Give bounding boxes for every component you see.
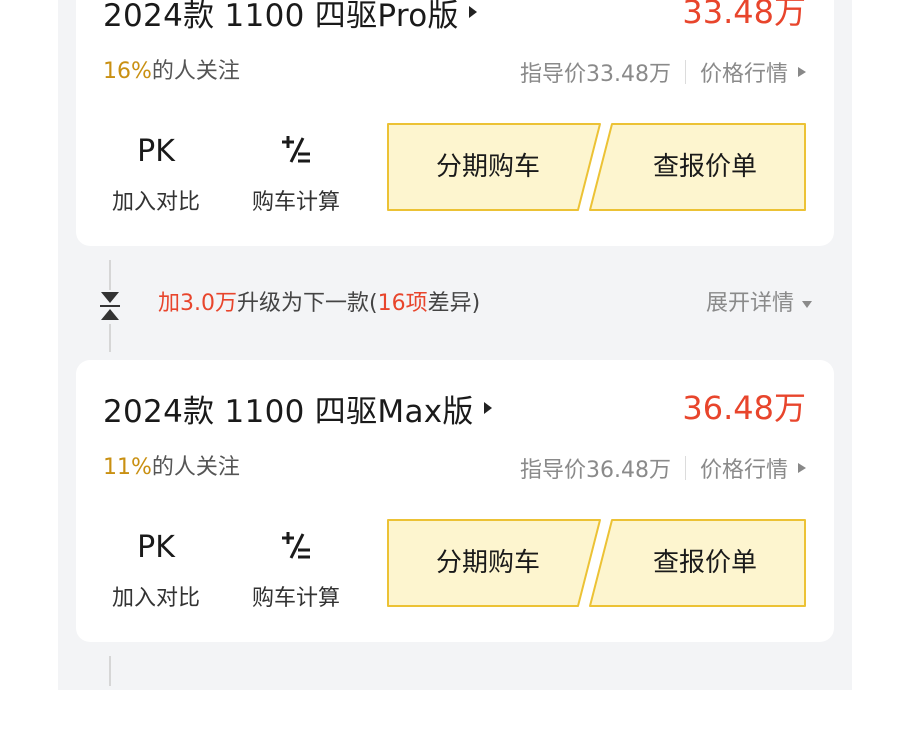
upgrade-divider-partial	[76, 648, 834, 752]
chevron-right-icon	[798, 67, 806, 77]
upgrade-text: 加3.0万升级为下一款(16项差异)	[158, 286, 480, 322]
quote-button[interactable]: 查报价单	[601, 518, 809, 608]
quote-button[interactable]: 查报价单	[601, 122, 809, 212]
installment-button[interactable]: 分期购车	[384, 122, 592, 212]
car-calculator-button[interactable]: 购车计算	[241, 528, 351, 612]
add-compare-button[interactable]: PK 加入对比	[101, 132, 211, 216]
attention-text: 11%的人关注	[103, 450, 240, 486]
trim-card-pro[interactable]: 2024款 1100 四驱Pro版 33.48万 16%的人关注 指导价33.4…	[76, 0, 834, 246]
expand-details-button[interactable]: 展开详情	[706, 286, 812, 322]
divider	[684, 456, 686, 480]
car-calculator-label: 购车计算	[251, 190, 340, 215]
guide-price-row: 指导价36.48万 价格行情	[520, 450, 806, 486]
calculator-icon	[241, 528, 351, 568]
divider	[684, 60, 686, 84]
timeline-line	[109, 324, 111, 352]
add-compare-button[interactable]: PK 加入对比	[101, 528, 211, 612]
price-market-link[interactable]: 价格行情	[700, 452, 788, 484]
pk-icon: PK	[137, 530, 175, 565]
installment-button[interactable]: 分期购车	[384, 518, 592, 608]
chevron-right-icon	[468, 6, 477, 18]
trim-price: 36.48万	[682, 389, 806, 427]
pk-icon: PK	[137, 134, 175, 169]
price-market-link[interactable]: 价格行情	[700, 56, 788, 88]
action-buttons: 分期购车 查报价单	[384, 518, 809, 608]
trim-name-row[interactable]: 2024款 1100 四驱Max版	[103, 382, 492, 434]
upgrade-divider: 加3.0万升级为下一款(16项差异) 展开详情	[76, 252, 834, 356]
guide-price-row: 指导价33.48万 价格行情	[520, 54, 806, 90]
expand-label: 展开详情	[705, 291, 794, 316]
attention-text: 16%的人关注	[103, 54, 240, 90]
collapse-arrows-icon	[100, 292, 120, 320]
guide-price: 指导价33.48万	[520, 62, 671, 87]
upgrade-desc: 升级为下一款(	[237, 291, 378, 316]
guide-price: 指导价36.48万	[520, 458, 671, 483]
add-compare-label: 加入对比	[111, 190, 200, 215]
upgrade-desc-end: 差异)	[427, 291, 481, 316]
attention-suffix: 的人关注	[151, 59, 240, 84]
attention-percent: 11%	[103, 455, 152, 480]
caret-down-icon	[802, 300, 812, 308]
timeline-line	[109, 656, 111, 686]
trim-card-max[interactable]: 2024款 1100 四驱Max版 36.48万 11%的人关注 指导价36.4…	[76, 360, 834, 642]
upgrade-price: 加3.0万	[158, 291, 237, 316]
calculator-icon	[241, 132, 351, 172]
car-calculator-label: 购车计算	[251, 586, 340, 611]
chevron-right-icon	[798, 463, 806, 473]
add-compare-label: 加入对比	[111, 586, 200, 611]
attention-percent: 16%	[103, 59, 152, 84]
trim-name: 2024款 1100 四驱Pro版	[103, 0, 459, 34]
timeline-line	[109, 260, 111, 290]
attention-suffix: 的人关注	[151, 455, 240, 480]
car-calculator-button[interactable]: 购车计算	[241, 132, 351, 216]
trim-price: 33.48万	[682, 0, 806, 31]
action-buttons: 分期购车 查报价单	[384, 122, 809, 212]
trim-name-row[interactable]: 2024款 1100 四驱Pro版	[103, 0, 477, 38]
trim-name: 2024款 1100 四驱Max版	[103, 393, 474, 430]
chevron-right-icon	[483, 402, 492, 414]
upgrade-diff-count: 16项	[377, 291, 428, 316]
